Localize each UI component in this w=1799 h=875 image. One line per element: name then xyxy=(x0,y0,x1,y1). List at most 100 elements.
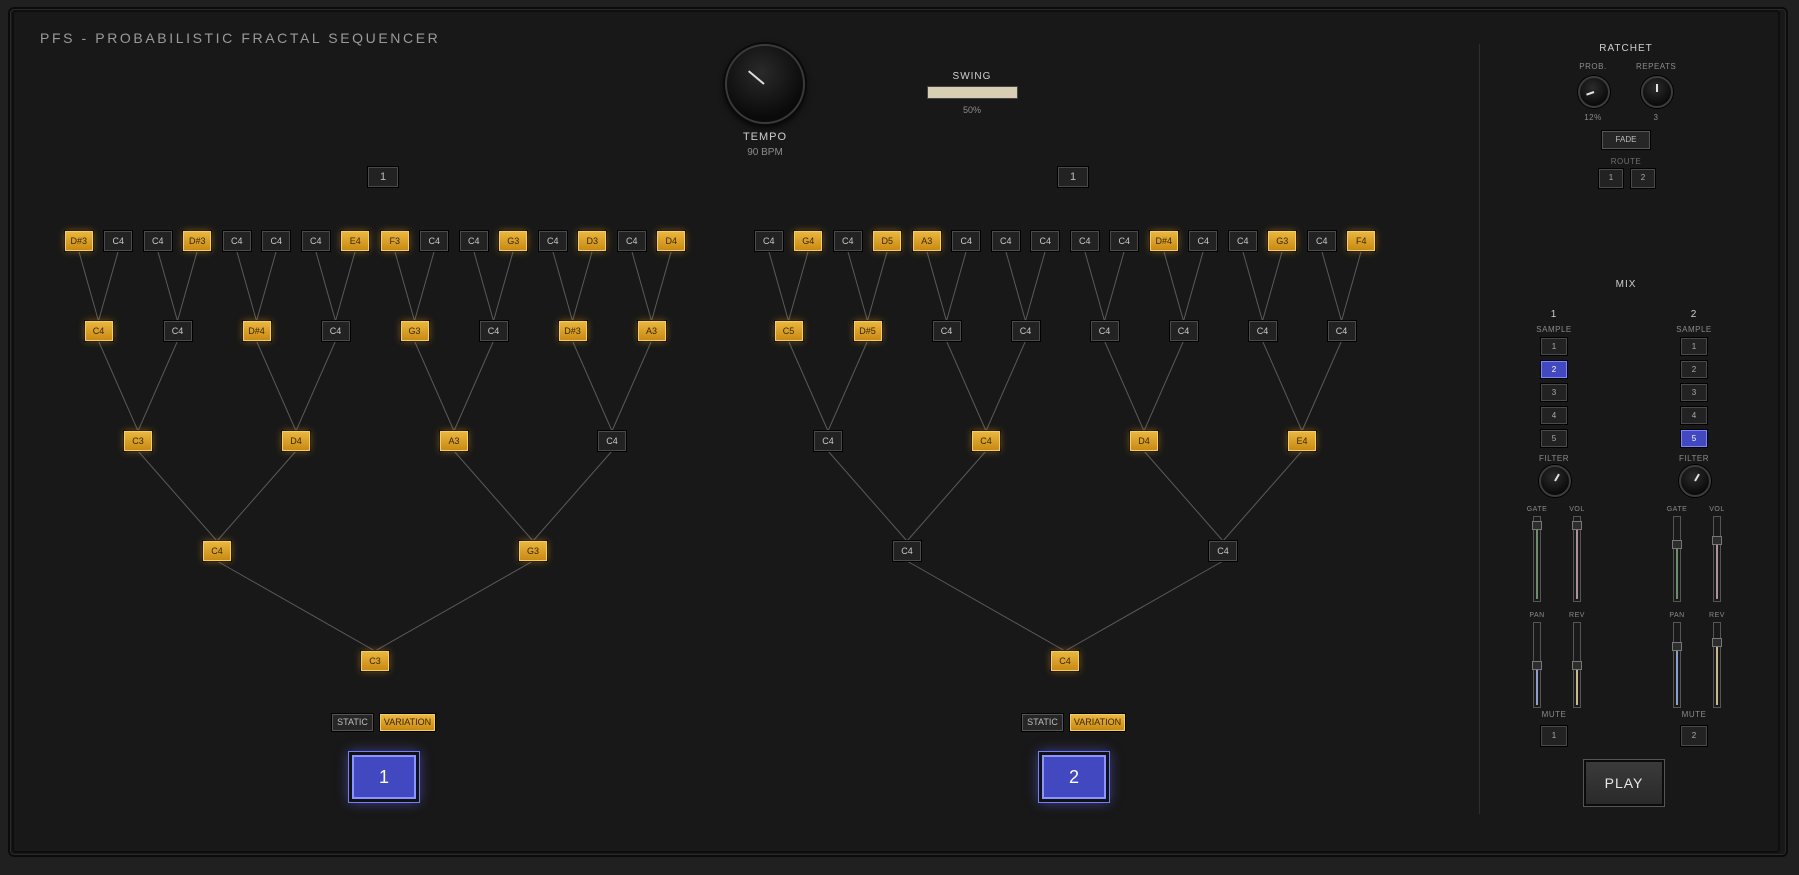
vol-fader-thumb[interactable] xyxy=(1572,520,1582,530)
seq1-node[interactable]: C4 xyxy=(617,231,646,251)
fade-button[interactable]: FADE xyxy=(1602,131,1650,149)
seq1-trigger-button[interactable]: 1 xyxy=(348,751,420,803)
vol-fader[interactable] xyxy=(1572,516,1582,602)
gate-fader[interactable] xyxy=(1532,516,1542,602)
seq1-node[interactable]: C4 xyxy=(321,321,350,341)
filter-knob[interactable] xyxy=(1539,465,1571,497)
seq2-node[interactable]: C4 xyxy=(1090,321,1119,341)
seq1-node[interactable]: C4 xyxy=(459,231,488,251)
seq1-node[interactable]: C4 xyxy=(479,321,508,341)
ratchet-prob-knob[interactable] xyxy=(1578,76,1610,108)
seq2-node[interactable]: C4 xyxy=(952,231,981,251)
seq2-node[interactable]: C4 xyxy=(1228,231,1257,251)
seq2-channel-button[interactable]: 1 xyxy=(1058,167,1088,187)
tempo-knob[interactable] xyxy=(725,44,805,124)
seq2-node[interactable]: C4 xyxy=(1070,231,1099,251)
seq2-node[interactable]: C4 xyxy=(814,431,842,451)
seq2-node[interactable]: D#4 xyxy=(1149,231,1178,251)
mute-button[interactable]: 1 xyxy=(1541,726,1567,746)
vol-fader[interactable] xyxy=(1712,516,1722,602)
seq1-node[interactable]: D#4 xyxy=(242,321,271,341)
seq1-node[interactable]: C4 xyxy=(420,231,449,251)
seq2-node[interactable]: C4 xyxy=(1110,231,1139,251)
seq2-node[interactable]: C4 xyxy=(932,321,961,341)
seq2-node[interactable]: G4 xyxy=(794,231,823,251)
seq2-node[interactable]: A3 xyxy=(912,231,941,251)
sample-button[interactable]: 5 xyxy=(1541,430,1567,447)
seq2-node[interactable]: E4 xyxy=(1288,431,1316,451)
seq1-node[interactable]: C4 xyxy=(538,231,567,251)
seq1-node[interactable]: C4 xyxy=(301,231,330,251)
seq1-node[interactable]: C3 xyxy=(361,651,389,671)
route-button-1[interactable]: 1 xyxy=(1599,169,1623,188)
rev-fader-thumb[interactable] xyxy=(1572,661,1582,670)
seq1-node[interactable]: E4 xyxy=(341,231,370,251)
sample-button[interactable]: 2 xyxy=(1541,361,1567,378)
sample-button[interactable]: 2 xyxy=(1681,361,1707,378)
seq2-node[interactable]: C4 xyxy=(1011,321,1040,341)
seq1-variation-button[interactable]: VARIATION xyxy=(380,714,435,731)
seq1-node[interactable]: D#3 xyxy=(64,231,93,251)
seq1-node[interactable]: C4 xyxy=(84,321,113,341)
seq1-node[interactable]: D4 xyxy=(282,431,310,451)
seq1-node[interactable]: C4 xyxy=(598,431,626,451)
pan-fader-thumb[interactable] xyxy=(1672,642,1682,651)
seq2-node[interactable]: C4 xyxy=(1327,321,1356,341)
sample-button[interactable]: 4 xyxy=(1681,407,1707,424)
rev-fader[interactable] xyxy=(1712,622,1722,708)
seq2-node[interactable]: F4 xyxy=(1347,231,1376,251)
filter-knob[interactable] xyxy=(1679,465,1711,497)
swing-slider[interactable] xyxy=(927,86,1018,99)
seq1-node[interactable]: C4 xyxy=(104,231,133,251)
seq1-node[interactable]: G3 xyxy=(519,541,547,561)
seq2-node[interactable]: C4 xyxy=(1169,321,1198,341)
rev-fader[interactable] xyxy=(1572,622,1582,708)
seq2-node[interactable]: C5 xyxy=(774,321,803,341)
pan-fader-thumb[interactable] xyxy=(1532,661,1542,670)
seq1-node[interactable]: A3 xyxy=(637,321,666,341)
seq2-static-button[interactable]: STATIC xyxy=(1022,714,1063,731)
seq2-node[interactable]: D4 xyxy=(1130,431,1158,451)
vol-fader-thumb[interactable] xyxy=(1712,536,1722,545)
seq1-node[interactable]: G3 xyxy=(400,321,429,341)
sample-button[interactable]: 4 xyxy=(1541,407,1567,424)
ratchet-repeats-knob[interactable] xyxy=(1641,76,1673,108)
seq1-node[interactable]: D3 xyxy=(578,231,607,251)
seq2-node[interactable]: C4 xyxy=(1248,321,1277,341)
seq2-node[interactable]: C4 xyxy=(1209,541,1237,561)
seq2-node[interactable]: C4 xyxy=(893,541,921,561)
seq1-node[interactable]: C4 xyxy=(163,321,192,341)
sample-button[interactable]: 3 xyxy=(1541,384,1567,401)
seq2-node[interactable]: D#5 xyxy=(853,321,882,341)
gate-fader-thumb[interactable] xyxy=(1672,539,1682,549)
seq1-node[interactable]: D4 xyxy=(657,231,686,251)
seq2-node[interactable]: C4 xyxy=(1051,651,1079,671)
pan-fader[interactable] xyxy=(1672,622,1682,708)
seq2-trigger-button[interactable]: 2 xyxy=(1038,751,1110,803)
sample-button[interactable]: 1 xyxy=(1681,338,1707,355)
seq1-channel-button[interactable]: 1 xyxy=(368,167,398,187)
sample-button[interactable]: 1 xyxy=(1541,338,1567,355)
gate-fader[interactable] xyxy=(1672,516,1682,602)
seq2-node[interactable]: C4 xyxy=(1031,231,1060,251)
pan-fader[interactable] xyxy=(1532,622,1542,708)
seq2-node[interactable]: G3 xyxy=(1268,231,1297,251)
seq1-node[interactable]: F3 xyxy=(380,231,409,251)
mute-button[interactable]: 2 xyxy=(1681,726,1707,746)
seq1-node[interactable]: A3 xyxy=(440,431,468,451)
play-button[interactable]: PLAY xyxy=(1583,759,1665,807)
seq2-node[interactable]: C4 xyxy=(972,431,1000,451)
seq1-node[interactable]: D#3 xyxy=(183,231,212,251)
seq1-node[interactable]: C4 xyxy=(222,231,251,251)
seq2-node[interactable]: C4 xyxy=(1189,231,1218,251)
seq1-node[interactable]: C4 xyxy=(143,231,172,251)
seq1-node[interactable]: C4 xyxy=(203,541,231,561)
seq1-node[interactable]: C3 xyxy=(124,431,152,451)
seq2-node[interactable]: C4 xyxy=(1307,231,1336,251)
seq2-variation-button[interactable]: VARIATION xyxy=(1070,714,1125,731)
seq2-node[interactable]: C4 xyxy=(754,231,783,251)
seq2-node[interactable]: C4 xyxy=(991,231,1020,251)
seq1-static-button[interactable]: STATIC xyxy=(332,714,373,731)
gate-fader-thumb[interactable] xyxy=(1532,520,1542,530)
sample-button[interactable]: 5 xyxy=(1681,430,1707,447)
